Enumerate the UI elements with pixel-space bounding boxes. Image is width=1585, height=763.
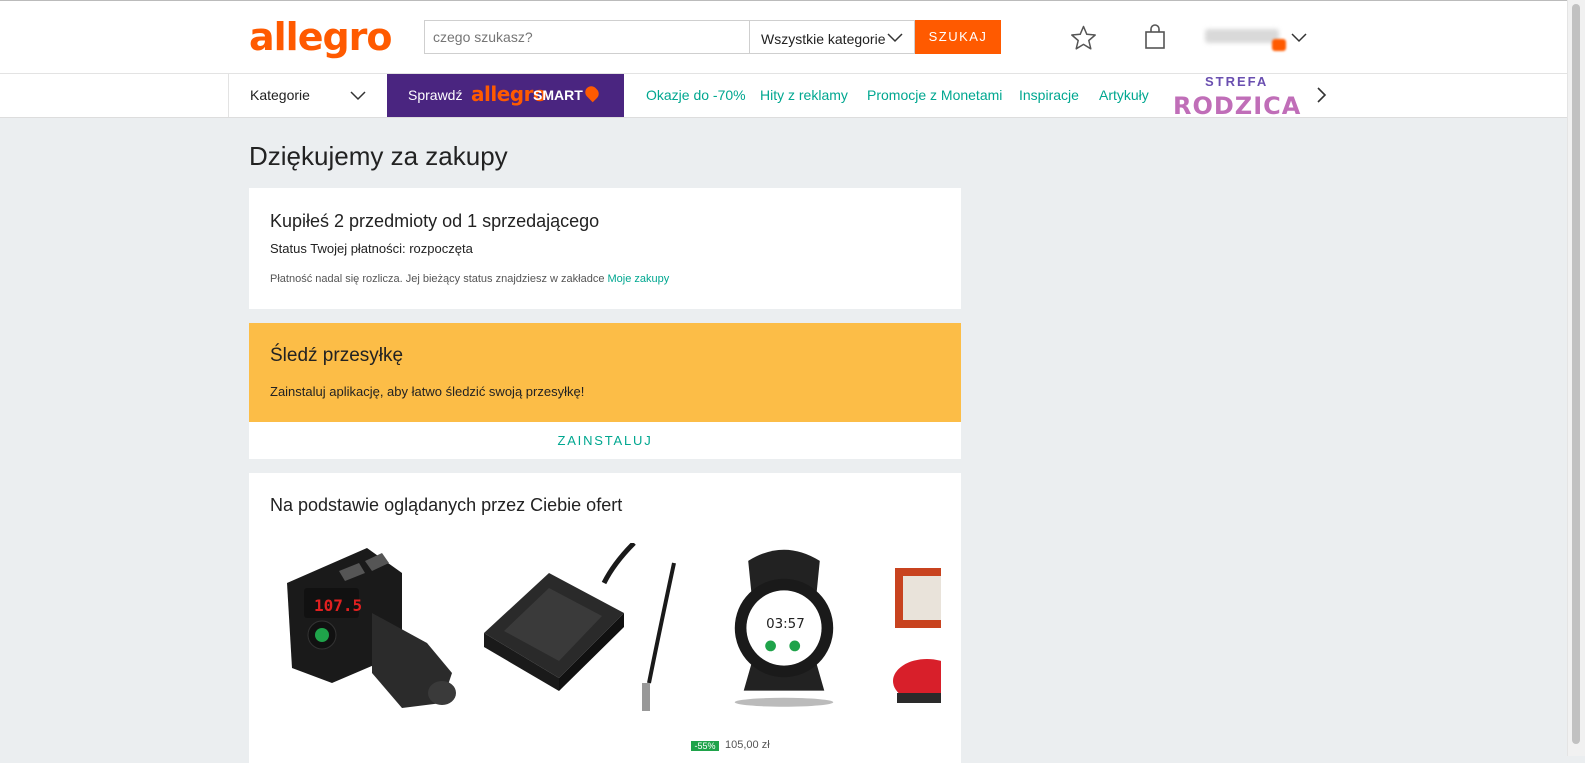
page-title: Dziękujemy za zakupy [249,141,508,171]
category-select-label: Wszystkie kategorie [761,31,886,47]
strefa-top-text: STREFA [1205,74,1269,89]
search-button[interactable]: SZUKAJ [915,20,1001,54]
nav-link-promocje[interactable]: Promocje z Monetami [867,87,1002,103]
install-button[interactable]: ZAINSTALUJ [249,422,961,459]
search-box [424,20,750,54]
smart-prefix: Sprawdź [408,87,463,103]
nav-link-okazje[interactable]: Okazje do -70% [646,87,746,103]
chevron-down-icon [350,91,366,101]
navigation-bar: Kategorie Sprawdź allegro SMART Okazje d… [0,74,1568,120]
scrollbar-thumb[interactable] [1572,4,1580,744]
recommendations-card: Na podstawie oglądanych przez Ciebie ofe… [249,473,961,763]
my-purchases-link[interactable]: Moje zakupy [608,273,670,285]
allegro-logo[interactable]: allegro [249,15,393,59]
recommendations-heading: Na podstawie oglądanych przez Ciebie ofe… [270,495,623,515]
payment-status: Status Twojej płatności: rozpoczęta [270,241,473,256]
shopping-bag-icon[interactable] [1143,24,1167,50]
search-input[interactable] [425,21,741,53]
payment-note-text: Płatność nadal się rozlicza. Jej bieżący… [270,273,605,285]
nav-link-inspiracje[interactable]: Inspiracje [1019,87,1079,103]
chevron-down-icon[interactable] [1290,29,1308,47]
payment-note: Płatność nadal się rozlicza. Jej bieżący… [270,273,669,285]
categories-label: Kategorie [250,87,310,103]
product-price: 105,00 zł [725,739,770,751]
nav-link-artykuly[interactable]: Artykuły [1099,87,1149,103]
product-image-bluetooth-adapter[interactable] [474,543,679,713]
svg-text:03:57: 03:57 [766,617,805,632]
purchase-heading: Kupiłeś 2 przedmioty od 1 sprzedającego [270,211,600,231]
tracking-text: Zainstaluj aplikację, aby łatwo śledzić … [270,384,585,399]
purchase-summary-card: Kupiłeś 2 przedmioty od 1 sprzedającego … [249,188,961,309]
smart-label: SMART [533,87,583,103]
tracking-heading: Śledź przesyłkę [270,345,404,366]
strefa-rodzica-banner[interactable]: STREFA RODZICA [1173,74,1302,120]
chevron-right-icon[interactable] [1312,86,1330,104]
strefa-bottom-text: RODZICA [1173,92,1302,120]
categories-dropdown[interactable]: Kategorie [228,74,387,117]
smart-pin-icon [582,83,602,103]
product-image-smartwatch[interactable]: 03:57 [694,543,874,713]
scrollbar[interactable] [1567,0,1585,756]
discount-badge: -55% [691,741,719,751]
svg-text:107.5: 107.5 [314,596,362,615]
tracking-card: Śledź przesyłkę Zainstaluj aplikację, ab… [249,323,961,422]
product-image-toy-car[interactable] [889,543,941,713]
product-image-fm-transmitter[interactable]: 107.5 [277,543,467,713]
nav-link-hity[interactable]: Hity z reklamy [760,87,848,103]
chevron-down-icon [887,33,903,43]
user-badge [1272,39,1286,51]
star-icon[interactable] [1070,25,1097,51]
category-select[interactable]: Wszystkie kategorie [750,20,915,54]
allegro-smart-banner[interactable]: Sprawdź allegro SMART [387,74,624,117]
user-name-blurred[interactable] [1205,29,1279,43]
header: allegro Wszystkie kategorie SZUKAJ [0,1,1568,74]
